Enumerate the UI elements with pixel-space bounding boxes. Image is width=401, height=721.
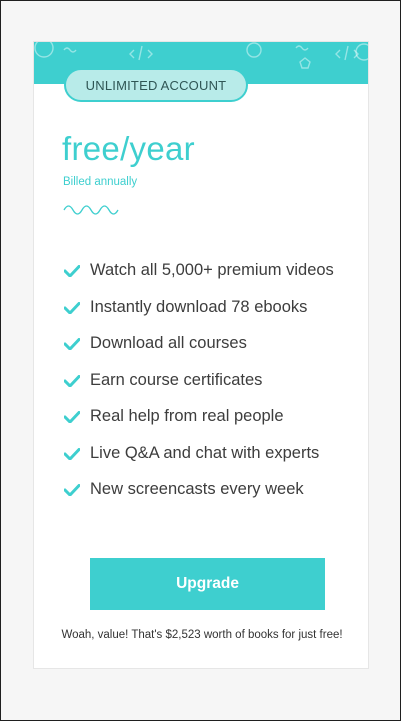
billing-period: Billed annually bbox=[63, 176, 138, 188]
feature-item: Instantly download 78 ebooks bbox=[64, 289, 349, 326]
check-icon bbox=[64, 374, 80, 387]
wave-divider-icon bbox=[63, 205, 119, 215]
feature-item: Watch all 5,000+ premium videos bbox=[64, 252, 349, 289]
feature-item: Earn course certificates bbox=[64, 362, 349, 399]
feature-list: Watch all 5,000+ premium videos Instantl… bbox=[64, 252, 349, 508]
check-icon bbox=[64, 265, 80, 277]
page-frame: UNLIMITED ACCOUNT free/year Billed annua… bbox=[0, 0, 401, 721]
upgrade-button[interactable]: Upgrade bbox=[90, 558, 325, 610]
plan-badge-label: UNLIMITED ACCOUNT bbox=[85, 77, 227, 93]
feature-label: Earn course certificates bbox=[90, 370, 263, 389]
feature-label: Instantly download 78 ebooks bbox=[90, 297, 308, 316]
value-note: Woah, value! That's $2,523 worth of book… bbox=[61, 629, 343, 641]
feature-label: Watch all 5,000+ premium videos bbox=[90, 261, 334, 279]
circle-icon bbox=[355, 43, 368, 61]
check-icon bbox=[64, 447, 80, 460]
feature-item: Real help from real people bbox=[64, 398, 349, 435]
circle-icon bbox=[246, 42, 262, 58]
check-icon bbox=[64, 338, 80, 350]
feature-label: New screencasts every week bbox=[90, 480, 304, 498]
code-brackets-icon bbox=[129, 45, 153, 61]
code-brackets-icon bbox=[335, 45, 359, 61]
circle-icon bbox=[34, 42, 54, 58]
pricing-card: UNLIMITED ACCOUNT free/year Billed annua… bbox=[33, 41, 369, 669]
feature-label: Download all courses bbox=[90, 334, 247, 352]
feature-label: Live Q&A and chat with experts bbox=[90, 443, 320, 462]
squiggle-icon bbox=[63, 47, 77, 53]
plan-badge: UNLIMITED ACCOUNT bbox=[64, 68, 248, 102]
squiggle-icon bbox=[295, 45, 309, 51]
feature-item: Download all courses bbox=[64, 325, 349, 362]
check-icon bbox=[64, 411, 80, 423]
feature-label: Real help from real people bbox=[90, 407, 284, 425]
feature-item: New screencasts every week bbox=[64, 471, 349, 508]
check-icon bbox=[64, 484, 80, 496]
pentagon-icon bbox=[299, 57, 311, 69]
check-icon bbox=[64, 301, 80, 314]
plan-price: free/year bbox=[62, 130, 195, 167]
feature-item: Live Q&A and chat with experts bbox=[64, 435, 349, 472]
